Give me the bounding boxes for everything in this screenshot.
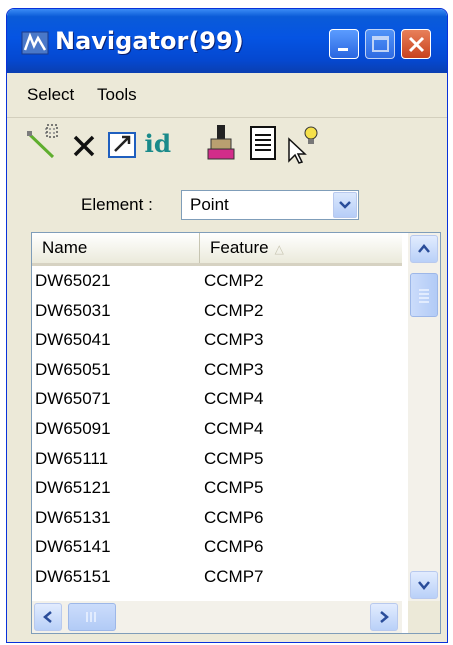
list-rows: DW65021 CCMP2 DW65031 CCMP2 DW65041 CCMP3 D… [32,267,402,593]
row-name: DW65031 [35,300,111,320]
svg-text:id: id [145,129,172,158]
row-name: DW65041 [35,330,111,350]
list-header: Name Feature △ [32,233,402,266]
menu-bar: Select Tools [7,75,447,118]
scrollbar-corner [408,601,440,633]
element-label: Element : [81,195,153,214]
list-row[interactable]: DW65141 CCMP6 [32,533,402,563]
horizontal-scroll-thumb[interactable] [68,603,116,631]
row-feature: CCMP6 [204,507,264,527]
chevron-up-icon [418,244,430,253]
id-icon[interactable]: id [143,121,183,165]
navigator-app-icon [21,31,49,55]
minimize-icon [338,48,348,51]
title-bar[interactable]: Navigator(99) [7,9,447,73]
row-name: DW65131 [35,507,111,527]
vertical-scrollbar[interactable] [408,233,440,601]
menu-select[interactable]: Select [27,85,74,105]
row-name: DW65141 [35,537,111,557]
element-type-dropdown[interactable]: Point [181,190,359,220]
select-elements-icon[interactable] [23,121,63,165]
report-icon[interactable] [243,121,283,165]
row-feature: CCMP4 [204,418,264,438]
chevron-down-icon [418,581,430,590]
column-header-name[interactable]: Name [32,233,200,263]
list-row[interactable]: DW65021 CCMP2 [32,267,402,297]
sort-ascending-icon: △ [274,242,284,256]
row-feature: CCMP4 [204,389,264,409]
window-title: Navigator(99) [55,27,244,55]
list-row[interactable]: DW65031 CCMP2 [32,297,402,327]
navigator-window: Navigator(99) Select Tools id Element: … [6,8,448,643]
element-type-value: Point [190,195,229,214]
scroll-left-button[interactable] [34,603,62,631]
row-feature: CCMP7 [204,566,264,586]
menu-tools[interactable]: Tools [97,85,137,105]
toolbar: id [7,121,447,175]
list-row[interactable]: DW65091 CCMP4 [32,415,402,445]
row-name: DW65151 [35,566,111,586]
list-row[interactable]: DW65151 CCMP7 [32,563,402,593]
highlight-pointer-icon[interactable] [283,121,323,165]
vertical-scroll-thumb[interactable] [410,273,438,317]
row-name: DW65021 [35,271,111,290]
row-feature: CCMP2 [204,300,264,320]
close-icon [408,36,425,53]
scroll-up-button[interactable] [410,235,438,263]
dropdown-button[interactable] [333,192,357,218]
horizontal-scrollbar[interactable] [32,601,402,633]
row-name: DW65121 [35,478,111,498]
row-name: DW65071 [35,389,111,409]
maximize-icon [372,36,389,52]
list-row[interactable]: DW65071 CCMP4 [32,385,402,415]
minimize-button[interactable] [329,29,359,59]
row-name: DW65051 [35,359,111,379]
column-header-feature[interactable]: Feature △ [202,233,402,263]
row-feature: CCMP5 [204,448,264,468]
chevron-down-icon [339,201,351,209]
scroll-down-button[interactable] [410,571,438,599]
element-list: Name Feature △ DW65021 CCMP2 DW65031 CCMP2 … [31,232,441,634]
row-feature: CCMP6 [204,537,264,557]
paint-brush-icon[interactable] [201,121,241,165]
list-row[interactable]: DW65111 CCMP5 [32,445,402,475]
grip-icon [86,612,96,622]
list-row[interactable]: DW65041 CCMP3 [32,326,402,356]
list-row[interactable]: DW65131 CCMP6 [32,504,402,534]
row-feature: CCMP5 [204,478,264,498]
row-feature: CCMP2 [204,271,264,290]
grip-icon [419,289,429,303]
delete-icon[interactable] [65,121,105,165]
chevron-right-icon [380,611,389,623]
zoom-to-icon[interactable] [103,121,143,165]
list-row[interactable]: DW65051 CCMP3 [32,356,402,386]
row-name: DW65111 [35,448,109,468]
scroll-right-button[interactable] [370,603,398,631]
row-name: DW65091 [35,418,111,438]
chevron-left-icon [43,611,52,623]
row-feature: CCMP3 [204,359,264,379]
close-button[interactable] [401,29,431,59]
row-feature: CCMP3 [204,330,264,350]
maximize-button[interactable] [365,29,395,59]
list-row[interactable]: DW65121 CCMP5 [32,474,402,504]
